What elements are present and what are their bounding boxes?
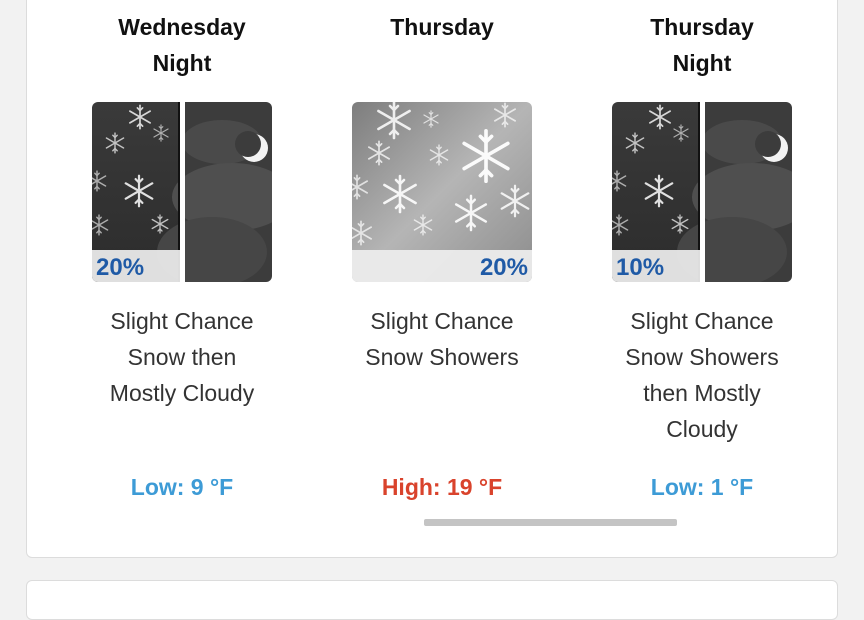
next-card (26, 580, 838, 620)
temperature: High: 19 °F (381, 474, 503, 500)
precip-chance: 20% (480, 254, 528, 281)
forecast-description: Slight Chance Snow Showers then Mostly C… (625, 308, 779, 442)
forecast-description: Slight Chance Snow Showers (365, 308, 519, 370)
precip-chance: 10% (616, 254, 664, 281)
horizontal-scrollbar[interactable] (424, 519, 677, 526)
forecast-description: Slight Chance Snow then Mostly Cloudy (109, 308, 255, 406)
period-name: Thursday (390, 14, 494, 40)
snow-then-cloudy-night-icon: 20% (92, 102, 272, 282)
period-name: Wednesday Night (118, 14, 246, 76)
period-name: Thursday Night (650, 14, 754, 76)
forecast-card: Wednesday Night 20% Slight Chance Snow t… (26, 0, 838, 558)
precip-chance: 20% (96, 254, 144, 281)
snow-then-cloudy-night-icon: 10% (612, 102, 792, 282)
temperature: Low: 9 °F (130, 474, 234, 500)
temperature: Low: 1 °F (650, 474, 754, 500)
snow-showers-icon: 20% (352, 102, 532, 282)
